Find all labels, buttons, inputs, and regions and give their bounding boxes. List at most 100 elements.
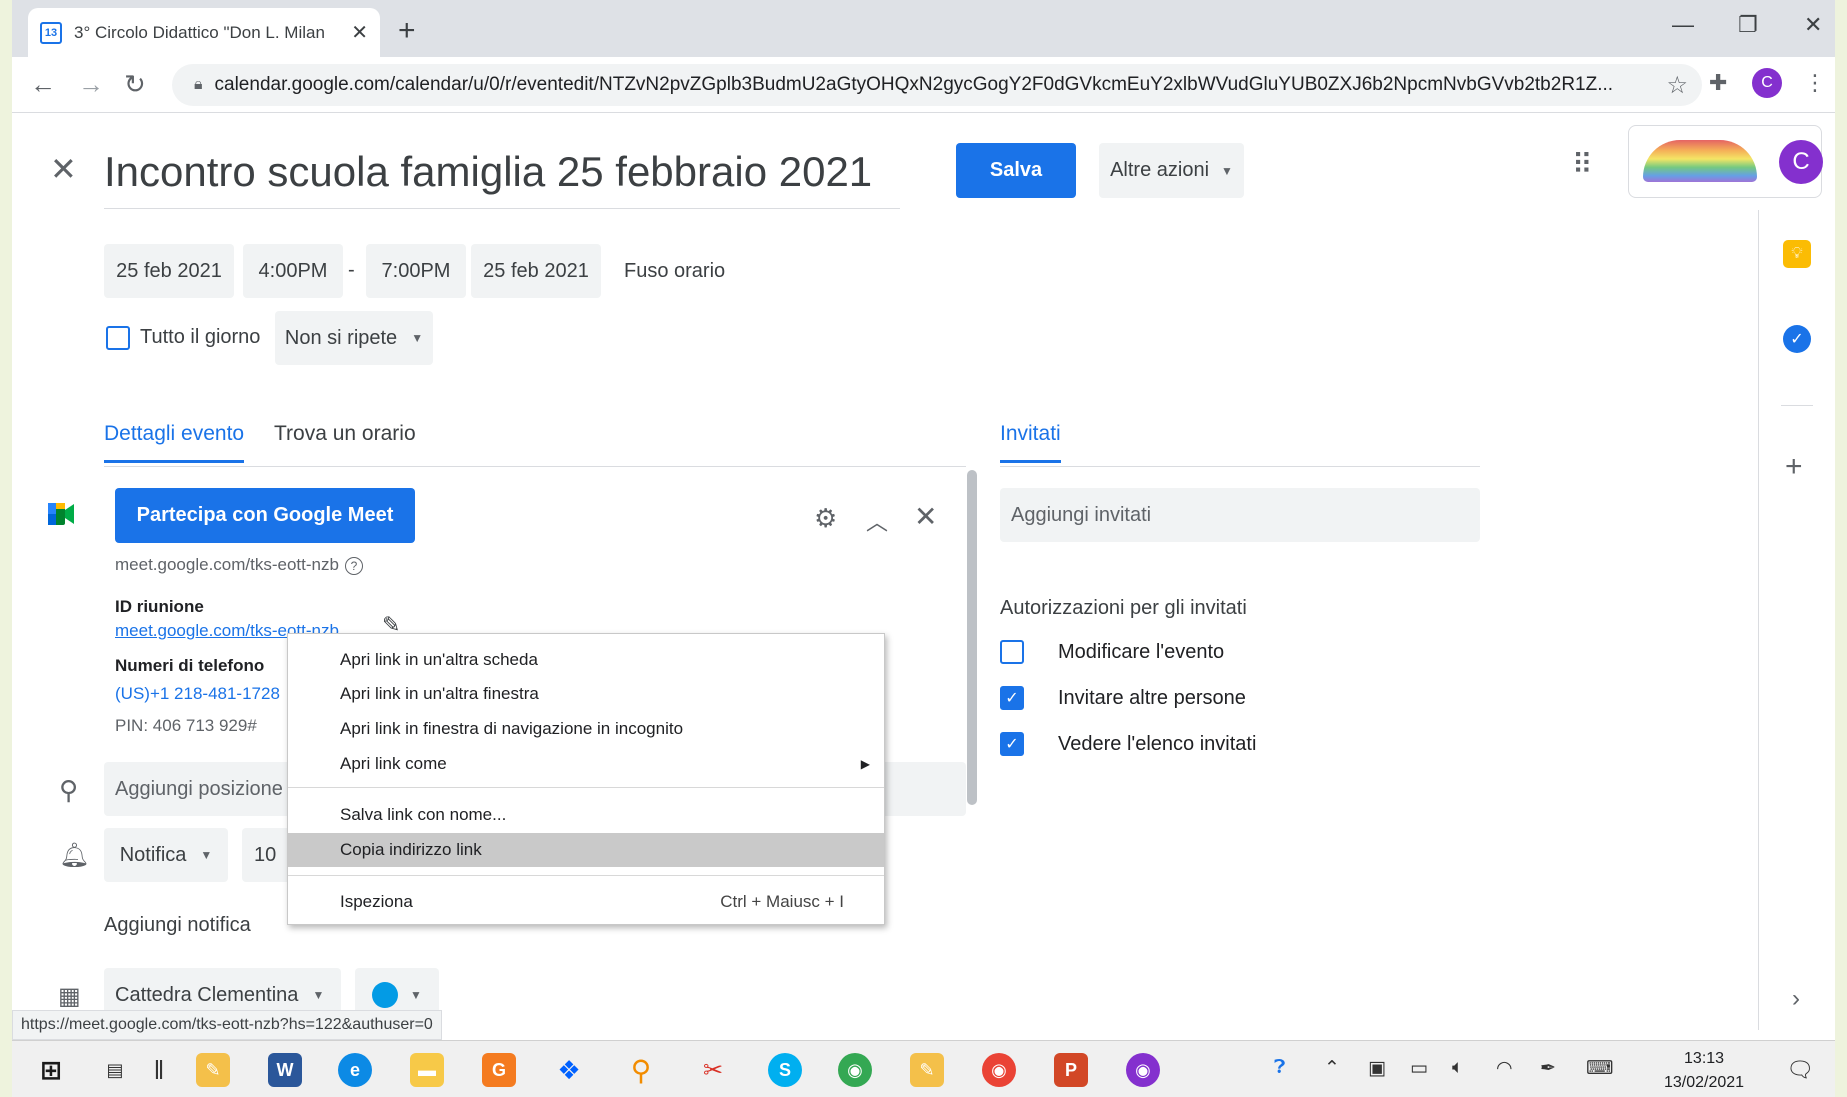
- remove-meet-icon[interactable]: ✕: [914, 500, 937, 533]
- expand-panel-chevron-icon[interactable]: ›: [1792, 985, 1800, 1013]
- powerpoint-icon[interactable]: P: [1054, 1053, 1088, 1087]
- menu-item-open-incognito[interactable]: Apri link in finestra di navigazione in …: [288, 712, 884, 746]
- calendar-favicon-icon: 13: [40, 21, 62, 44]
- word-icon[interactable]: W: [268, 1053, 302, 1087]
- paint-app-icon[interactable]: ✎: [196, 1053, 230, 1087]
- timezone-button[interactable]: Fuso orario: [624, 260, 725, 283]
- minimize-icon[interactable]: —: [1672, 12, 1694, 38]
- more-actions-button[interactable]: Altre azioni ▼: [1099, 143, 1244, 198]
- phone-number-link[interactable]: (US)+1 218-481-1728: [115, 684, 280, 704]
- start-date-field[interactable]: 25 feb 2021: [104, 244, 234, 298]
- menu-item-label: Salva link con nome...: [340, 805, 507, 824]
- link-status-bubble: https://meet.google.com/tks-eott-nzb?hs=…: [12, 1010, 442, 1040]
- notifications-icon[interactable]: 🗨︎: [1786, 1057, 1814, 1083]
- permission-checkbox[interactable]: ✓: [1000, 686, 1024, 710]
- account-avatar[interactable]: C: [1779, 140, 1823, 184]
- google-apps-icon[interactable]: ⠿: [1572, 148, 1592, 181]
- menu-item-open-new-window[interactable]: Apri link in un'altra finestra: [288, 677, 884, 711]
- wifi-icon[interactable]: ◠: [1496, 1057, 1513, 1080]
- tab-find-time[interactable]: Trova un orario: [274, 422, 416, 446]
- tab-close-icon[interactable]: ✕: [351, 20, 368, 45]
- menu-item-label: Apri link in finestra di navigazione in …: [340, 719, 684, 738]
- start-time-field[interactable]: 4:00PM: [243, 244, 343, 298]
- save-button[interactable]: Salva: [956, 143, 1076, 198]
- permission-label: Modificare l'evento: [1058, 640, 1225, 663]
- help-tray-icon[interactable]: ❓︎: [1274, 1057, 1285, 1079]
- close-editor-icon[interactable]: ✕: [50, 150, 77, 188]
- menu-item-open-as[interactable]: Apri link come ▶: [288, 747, 884, 781]
- pen-icon[interactable]: ‖: [142, 1053, 176, 1087]
- extensions-icon[interactable]: ✚: [1709, 70, 1727, 96]
- menu-item-copy-link-address[interactable]: Copia indirizzo link: [288, 833, 884, 867]
- windows-start-icon[interactable]: ⊞: [34, 1053, 68, 1087]
- back-icon[interactable]: ←: [30, 69, 56, 100]
- volume-icon[interactable]: 🔈︎: [1452, 1057, 1463, 1079]
- pen-workspace-icon[interactable]: ✒: [1540, 1057, 1556, 1080]
- permission-see-guest-list[interactable]: ✓ Vedere l'elenco invitati: [1000, 732, 1256, 756]
- edge-icon[interactable]: e: [338, 1053, 372, 1087]
- account-switcher[interactable]: C: [1628, 125, 1823, 198]
- new-tab-icon[interactable]: +: [398, 14, 416, 48]
- context-menu: Apri link in un'altra scheda Apri link i…: [287, 633, 885, 925]
- permission-checkbox[interactable]: ✓: [1000, 732, 1024, 756]
- menu-item-label: Apri link in un'altra finestra: [340, 684, 539, 703]
- join-meet-button[interactable]: Partecipa con Google Meet: [115, 488, 415, 543]
- address-bar[interactable]: 🔒︎ calendar.google.com/calendar/u/0/r/ev…: [172, 64, 1702, 106]
- all-day-checkbox[interactable]: [106, 326, 130, 350]
- restore-icon[interactable]: ❐: [1738, 12, 1758, 38]
- browser-tab[interactable]: 13 3° Circolo Didattico "Don L. Milan ✕: [28, 8, 380, 57]
- permission-modify-event[interactable]: Modificare l'evento: [1000, 640, 1224, 664]
- add-notification-link[interactable]: Aggiungi notifica: [104, 914, 251, 937]
- browser-toolbar: ← → ↻ 🔒︎ calendar.google.com/calendar/u/…: [12, 57, 1835, 113]
- menu-item-open-new-tab[interactable]: Apri link in un'altra scheda: [288, 643, 884, 677]
- tasks-icon[interactable]: ✓: [1783, 325, 1811, 353]
- chevron-up-icon[interactable]: ︿: [866, 505, 888, 537]
- snipping-tool-icon[interactable]: ✂: [696, 1053, 730, 1087]
- event-title-input[interactable]: Incontro scuola famiglia 25 febbraio 202…: [104, 148, 900, 209]
- browser-profile-avatar[interactable]: C: [1752, 68, 1782, 98]
- system-clock[interactable]: 13:13 13/02/2021: [1664, 1047, 1744, 1095]
- gear-icon[interactable]: ⚙: [814, 503, 837, 534]
- dropbox-icon[interactable]: ❖: [552, 1053, 586, 1087]
- meet-now-icon[interactable]: ▣: [1368, 1057, 1386, 1080]
- clock-date: 13/02/2021: [1664, 1074, 1745, 1091]
- pdf-app-icon[interactable]: G: [482, 1053, 516, 1087]
- end-time-field[interactable]: 7:00PM: [366, 244, 466, 298]
- help-icon[interactable]: ?: [344, 556, 363, 575]
- task-view-icon[interactable]: ▤: [98, 1053, 132, 1087]
- calendar-owner: Cattedra Clementina: [115, 983, 299, 1006]
- end-date-field[interactable]: 25 feb 2021: [471, 244, 601, 298]
- paint-3d-icon[interactable]: ✎: [910, 1053, 944, 1087]
- keep-icon[interactable]: 💡︎: [1783, 240, 1811, 268]
- menu-item-label: Copia indirizzo link: [340, 840, 482, 859]
- forward-icon[interactable]: →: [78, 69, 104, 100]
- bookmark-star-icon[interactable]: ☆: [1666, 71, 1688, 100]
- chrome-profile-t-icon[interactable]: ◉: [982, 1053, 1016, 1087]
- tab-event-details[interactable]: Dettagli evento: [104, 422, 245, 463]
- menu-separator: [288, 787, 884, 788]
- notification-type-select[interactable]: Notifica ▼: [104, 828, 228, 882]
- show-hidden-icons-icon[interactable]: ⌃: [1324, 1057, 1340, 1080]
- meeting-id-label: ID riunione: [115, 597, 204, 616]
- details-scrollbar[interactable]: [967, 470, 977, 805]
- chrome-active-icon[interactable]: ◉: [1126, 1053, 1160, 1087]
- file-explorer-icon[interactable]: ▬: [410, 1053, 444, 1087]
- menu-item-label: Apri link in un'altra scheda: [340, 650, 538, 669]
- menu-item-inspect[interactable]: Ispeziona Ctrl + Maiusc + I: [288, 885, 884, 919]
- battery-icon[interactable]: ▭: [1410, 1057, 1428, 1080]
- add-addon-icon[interactable]: +: [1785, 450, 1803, 484]
- chrome-profile-c-icon[interactable]: ◉: [838, 1053, 872, 1087]
- window-close-icon[interactable]: ✕: [1804, 12, 1822, 38]
- skype-icon[interactable]: S: [768, 1053, 802, 1087]
- add-guests-input[interactable]: Aggiungi invitati: [1000, 488, 1480, 542]
- permission-invite-others[interactable]: ✓ Invitare altre persone: [1000, 686, 1246, 710]
- repeat-select[interactable]: Non si ripete ▼: [275, 311, 433, 365]
- permission-checkbox[interactable]: [1000, 640, 1024, 664]
- browser-menu-icon[interactable]: ⋮: [1804, 70, 1826, 96]
- reload-icon[interactable]: ↻: [124, 69, 146, 100]
- keyboard-icon[interactable]: ⌨: [1586, 1057, 1613, 1080]
- inspect-shortcut: Ctrl + Maiusc + I: [720, 892, 844, 911]
- search-app-icon[interactable]: ⚲: [624, 1053, 658, 1087]
- menu-item-save-link[interactable]: Salva link con nome...: [288, 798, 884, 832]
- clock-time: 13:13: [1684, 1050, 1725, 1067]
